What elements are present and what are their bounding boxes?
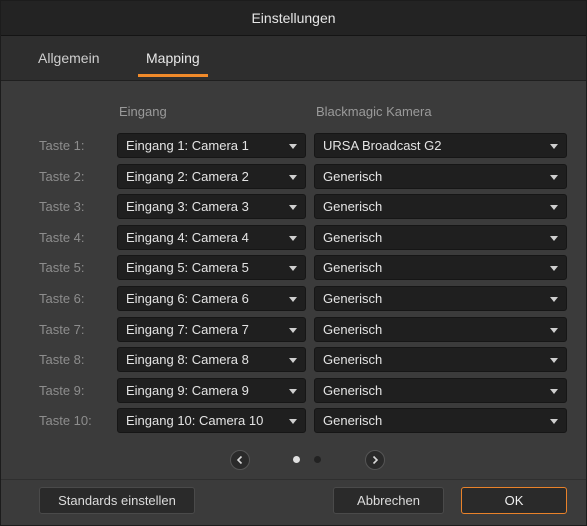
camera-dropdown-value: Generisch bbox=[323, 230, 383, 245]
chevron-down-icon bbox=[550, 328, 558, 333]
input-dropdown-value: Eingang 2: Camera 2 bbox=[126, 169, 249, 184]
chevron-down-icon bbox=[550, 175, 558, 180]
camera-dropdown-5[interactable]: Generisch bbox=[314, 255, 567, 280]
chevron-down-icon bbox=[289, 266, 297, 271]
title-bar: Einstellungen bbox=[1, 1, 586, 36]
input-dropdown-value: Eingang 3: Camera 3 bbox=[126, 199, 249, 214]
camera-dropdown-value: Generisch bbox=[323, 260, 383, 275]
input-dropdown-5[interactable]: Eingang 5: Camera 5 bbox=[117, 255, 306, 280]
camera-dropdown-6[interactable]: Generisch bbox=[314, 286, 567, 311]
chevron-down-icon bbox=[550, 297, 558, 302]
footer-divider bbox=[1, 479, 586, 480]
previous-page-button[interactable] bbox=[230, 450, 250, 470]
input-dropdown-3[interactable]: Eingang 3: Camera 3 bbox=[117, 194, 306, 219]
chevron-down-icon bbox=[289, 419, 297, 424]
input-dropdown-2[interactable]: Eingang 2: Camera 2 bbox=[117, 164, 306, 189]
row-label-8: Taste 8: bbox=[39, 352, 85, 367]
camera-dropdown-1[interactable]: URSA Broadcast G2 bbox=[314, 133, 567, 158]
camera-dropdown-3[interactable]: Generisch bbox=[314, 194, 567, 219]
input-dropdown-value: Eingang 10: Camera 10 bbox=[126, 413, 264, 428]
input-dropdown-10[interactable]: Eingang 10: Camera 10 bbox=[117, 408, 306, 433]
input-dropdown-value: Eingang 4: Camera 4 bbox=[126, 230, 249, 245]
cancel-button[interactable]: Abbrechen bbox=[333, 487, 444, 514]
input-dropdown-value: Eingang 1: Camera 1 bbox=[126, 138, 249, 153]
camera-dropdown-value: Generisch bbox=[323, 352, 383, 367]
ok-button[interactable]: OK bbox=[461, 487, 567, 514]
camera-dropdown-value: Generisch bbox=[323, 413, 383, 428]
input-dropdown-value: Eingang 7: Camera 7 bbox=[126, 322, 249, 337]
input-dropdown-value: Eingang 9: Camera 9 bbox=[126, 383, 249, 398]
set-defaults-button[interactable]: Standards einstellen bbox=[39, 487, 195, 514]
tab-general[interactable]: Allgemein bbox=[38, 36, 99, 80]
row-label-10: Taste 10: bbox=[39, 413, 92, 428]
chevron-down-icon bbox=[289, 205, 297, 210]
chevron-down-icon bbox=[289, 389, 297, 394]
input-dropdown-value: Eingang 5: Camera 5 bbox=[126, 260, 249, 275]
page-dot-2[interactable] bbox=[314, 456, 321, 463]
chevron-down-icon bbox=[289, 144, 297, 149]
settings-dialog: Einstellungen Allgemein Mapping Eingang … bbox=[0, 0, 587, 526]
input-dropdown-4[interactable]: Eingang 4: Camera 4 bbox=[117, 225, 306, 250]
chevron-down-icon bbox=[289, 297, 297, 302]
active-tab-indicator bbox=[138, 74, 208, 77]
row-label-3: Taste 3: bbox=[39, 199, 85, 214]
chevron-down-icon bbox=[550, 236, 558, 241]
camera-dropdown-value: Generisch bbox=[323, 383, 383, 398]
camera-dropdown-7[interactable]: Generisch bbox=[314, 317, 567, 342]
camera-dropdown-value: Generisch bbox=[323, 291, 383, 306]
chevron-down-icon bbox=[550, 205, 558, 210]
camera-dropdown-10[interactable]: Generisch bbox=[314, 408, 567, 433]
camera-dropdown-2[interactable]: Generisch bbox=[314, 164, 567, 189]
chevron-down-icon bbox=[550, 266, 558, 271]
input-dropdown-8[interactable]: Eingang 8: Camera 8 bbox=[117, 347, 306, 372]
camera-dropdown-8[interactable]: Generisch bbox=[314, 347, 567, 372]
column-header-input: Eingang bbox=[119, 104, 167, 119]
row-label-4: Taste 4: bbox=[39, 230, 85, 245]
chevron-down-icon bbox=[550, 144, 558, 149]
input-dropdown-7[interactable]: Eingang 7: Camera 7 bbox=[117, 317, 306, 342]
row-label-6: Taste 6: bbox=[39, 291, 85, 306]
chevron-down-icon bbox=[550, 358, 558, 363]
camera-dropdown-value: URSA Broadcast G2 bbox=[323, 138, 442, 153]
chevron-down-icon bbox=[289, 358, 297, 363]
camera-dropdown-4[interactable]: Generisch bbox=[314, 225, 567, 250]
row-label-9: Taste 9: bbox=[39, 383, 85, 398]
window-title: Einstellungen bbox=[251, 10, 336, 26]
camera-dropdown-value: Generisch bbox=[323, 199, 383, 214]
row-label-1: Taste 1: bbox=[39, 138, 85, 153]
camera-dropdown-value: Generisch bbox=[323, 322, 383, 337]
input-dropdown-value: Eingang 6: Camera 6 bbox=[126, 291, 249, 306]
chevron-down-icon bbox=[289, 328, 297, 333]
chevron-right-icon bbox=[372, 455, 379, 465]
chevron-down-icon bbox=[550, 419, 558, 424]
row-label-7: Taste 7: bbox=[39, 322, 85, 337]
next-page-button[interactable] bbox=[365, 450, 385, 470]
input-dropdown-value: Eingang 8: Camera 8 bbox=[126, 352, 249, 367]
camera-dropdown-value: Generisch bbox=[323, 169, 383, 184]
chevron-left-icon bbox=[236, 455, 243, 465]
row-label-5: Taste 5: bbox=[39, 260, 85, 275]
tab-bar: Allgemein Mapping bbox=[1, 36, 586, 81]
chevron-down-icon bbox=[289, 175, 297, 180]
column-header-camera: Blackmagic Kamera bbox=[316, 104, 432, 119]
camera-dropdown-9[interactable]: Generisch bbox=[314, 378, 567, 403]
row-label-2: Taste 2: bbox=[39, 169, 85, 184]
input-dropdown-1[interactable]: Eingang 1: Camera 1 bbox=[117, 133, 306, 158]
input-dropdown-6[interactable]: Eingang 6: Camera 6 bbox=[117, 286, 306, 311]
chevron-down-icon bbox=[289, 236, 297, 241]
input-dropdown-9[interactable]: Eingang 9: Camera 9 bbox=[117, 378, 306, 403]
page-dot-1[interactable] bbox=[293, 456, 300, 463]
chevron-down-icon bbox=[550, 389, 558, 394]
